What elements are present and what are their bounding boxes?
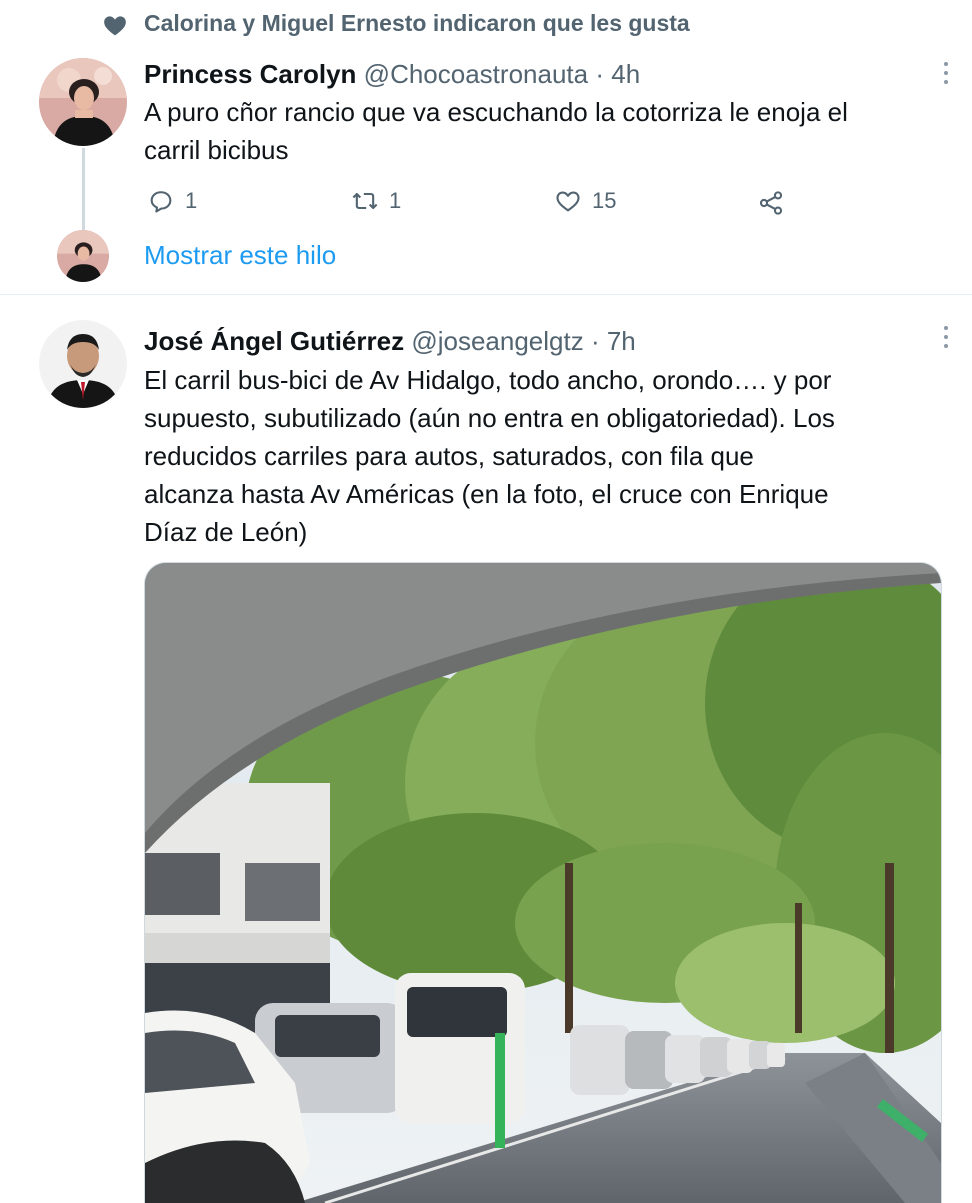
show-thread-link[interactable]: Mostrar este hilo bbox=[144, 240, 336, 271]
reply-button[interactable]: 1 bbox=[147, 185, 197, 217]
more-options-icon[interactable] bbox=[942, 326, 950, 352]
share-icon bbox=[757, 189, 785, 217]
retweet-count: 1 bbox=[389, 188, 401, 214]
tweet-text-line: A puro cñor rancio que va escuchando la … bbox=[144, 93, 848, 131]
user-handle[interactable]: @Chocoastronauta bbox=[364, 59, 588, 89]
timestamp[interactable]: 4h bbox=[611, 59, 640, 89]
reply-count: 1 bbox=[185, 188, 197, 214]
tweet-text-line: supuesto, subutilizado (aún no entra en … bbox=[144, 399, 835, 437]
share-button[interactable] bbox=[757, 187, 785, 219]
avatar[interactable] bbox=[39, 58, 127, 146]
tweet-photo[interactable] bbox=[144, 562, 942, 1203]
separator-dot: · bbox=[595, 59, 604, 89]
separator-dot: · bbox=[591, 326, 600, 356]
thread-line bbox=[82, 148, 85, 232]
more-options-icon[interactable] bbox=[942, 62, 950, 88]
tweet-text-line: reducidos carriles para autos, saturados… bbox=[144, 437, 835, 475]
like-count: 15 bbox=[592, 188, 616, 214]
heart-filled-icon bbox=[102, 12, 128, 38]
social-context: Calorina y Miguel Ernesto indicaron que … bbox=[0, 0, 972, 52]
timestamp[interactable]: 7h bbox=[607, 326, 636, 356]
tweet-text-line: Díaz de León) bbox=[144, 513, 835, 551]
tweet-header: Princess Carolyn @Chocoastronauta · 4h bbox=[144, 58, 640, 90]
tweet-text: El carril bus-bici de Av Hidalgo, todo a… bbox=[144, 361, 835, 551]
retweet-icon bbox=[351, 187, 379, 215]
tweet-text: A puro cñor rancio que va escuchando la … bbox=[144, 93, 848, 169]
retweet-button[interactable]: 1 bbox=[351, 185, 401, 217]
user-handle[interactable]: @joseangelgtz bbox=[411, 326, 583, 356]
tweet-divider bbox=[0, 294, 972, 295]
display-name[interactable]: Princess Carolyn bbox=[144, 59, 356, 89]
like-button[interactable]: 15 bbox=[554, 185, 616, 217]
tweet-header: José Ángel Gutiérrez @joseangelgtz · 7h bbox=[144, 325, 636, 357]
heart-icon bbox=[554, 187, 582, 215]
thread-avatar[interactable] bbox=[57, 230, 109, 282]
social-context-text: Calorina y Miguel Ernesto indicaron que … bbox=[144, 10, 690, 37]
display-name[interactable]: José Ángel Gutiérrez bbox=[144, 326, 404, 356]
tweet-text-line: carril bicibus bbox=[144, 131, 848, 169]
tweet-text-line: alcanza hasta Av Américas (en la foto, e… bbox=[144, 475, 835, 513]
tweet-text-line: El carril bus-bici de Av Hidalgo, todo a… bbox=[144, 361, 835, 399]
reply-icon bbox=[147, 187, 175, 215]
avatar[interactable] bbox=[39, 320, 127, 408]
